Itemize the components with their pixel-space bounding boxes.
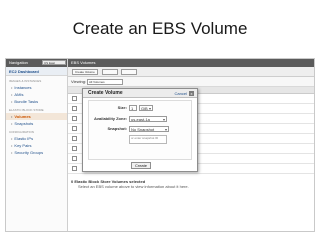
close-icon[interactable]: x [189, 91, 194, 96]
create-volume-button[interactable]: Create Volume [72, 69, 98, 75]
selection-info: 0 Elastic Block Store Volumes selected S… [68, 179, 314, 193]
row-checkbox[interactable] [72, 116, 77, 121]
dialog-title: Create Volume [88, 90, 123, 96]
nav-link-security-groups[interactable]: Security Groups [6, 149, 67, 156]
create-volume-dialog: Create Volume Cancel x Size: 1 GiB Avail… [82, 88, 198, 172]
nav-link-volumes[interactable]: Volumes [6, 113, 67, 120]
row-checkbox[interactable] [72, 146, 77, 151]
aws-console-screenshot: Navigation US East EC2 Dashboard IMAGES … [5, 58, 315, 232]
availability-zone-label: Availability Zone: [94, 116, 127, 121]
size-unit-select[interactable]: GiB [139, 105, 153, 111]
dialog-body: Size: 1 GiB Availability Zone: us-east-1… [88, 100, 192, 160]
navigation-panel: Navigation US East EC2 Dashboard IMAGES … [6, 59, 68, 231]
snapshot-select[interactable]: No Snapshot [129, 126, 169, 132]
nav-link-bundle-tasks[interactable]: Bundle Tasks [6, 98, 67, 105]
row-checkbox[interactable] [72, 106, 77, 111]
region-select[interactable]: US East [42, 60, 66, 65]
volumes-header: EBS Volumes [68, 59, 314, 67]
size-input[interactable]: 1 [129, 105, 137, 111]
toolbar-button[interactable] [121, 69, 137, 75]
snapshot-id-input[interactable]: or enter snapshot ID [129, 135, 167, 144]
nav-link-instances[interactable]: Instances [6, 84, 67, 91]
nav-link-amis[interactable]: AMIs [6, 91, 67, 98]
dialog-header: Create Volume Cancel x [83, 89, 197, 98]
nav-link-snapshots[interactable]: Snapshots [6, 120, 67, 127]
nav-link-elastic-ips[interactable]: Elastic IPs [6, 135, 67, 142]
row-checkbox[interactable] [72, 96, 77, 101]
viewing-filter: Viewing: All Volumes [68, 77, 314, 87]
availability-zone-select[interactable]: us-east-1a [129, 116, 167, 122]
toolbar-button[interactable] [102, 69, 118, 75]
toolbar: Create Volume [68, 67, 314, 77]
ec2-dashboard-label: EC2 Dashboard [9, 69, 39, 74]
snapshot-label: Snapshot: [107, 126, 127, 131]
nav-link-key-pairs[interactable]: Key Pairs [6, 142, 67, 149]
row-checkbox[interactable] [72, 126, 77, 131]
create-button[interactable]: Create [131, 162, 151, 169]
size-label: Size: [117, 105, 127, 110]
row-checkbox[interactable] [72, 156, 77, 161]
row-checkbox[interactable] [72, 166, 77, 171]
row-checkbox[interactable] [72, 136, 77, 141]
selection-info-text: Select an EBS volume above to view infor… [78, 184, 189, 189]
slide-title: Create an EBS Volume [72, 19, 248, 38]
cancel-link[interactable]: Cancel [175, 89, 187, 98]
viewing-select[interactable]: All Volumes [87, 79, 123, 85]
viewing-label: Viewing: [71, 79, 87, 84]
nav-link-ec2-dashboard[interactable]: EC2 Dashboard [6, 67, 67, 76]
